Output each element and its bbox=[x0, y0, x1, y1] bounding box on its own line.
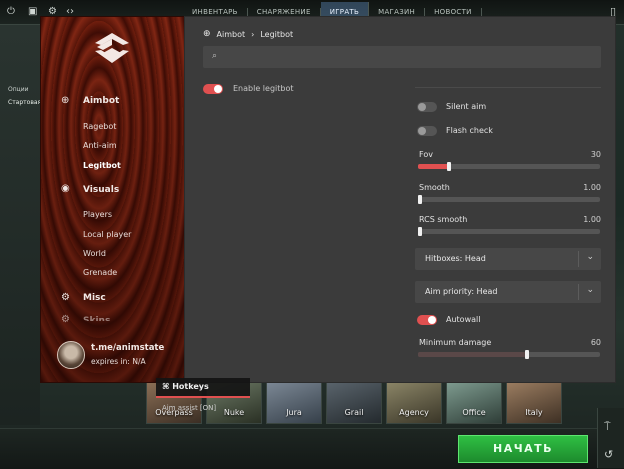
skins-icon: ⚙ bbox=[61, 314, 70, 325]
category-misc[interactable]: Misc bbox=[83, 293, 106, 303]
map-name: Jura bbox=[286, 408, 302, 417]
map-name: Grail bbox=[344, 408, 364, 417]
menu-sidebar: ⊕ Aimbot Ragebot Anti-aim Legitbot ◉ Vis… bbox=[40, 16, 187, 383]
rcs-smooth-slider[interactable] bbox=[418, 227, 600, 236]
chevron-down-icon: ⌄ bbox=[586, 252, 594, 262]
nav-loadout[interactable]: СНАРЯЖЕНИЕ bbox=[248, 8, 321, 16]
crosshair-icon: ⊕ bbox=[61, 95, 70, 106]
fov-value: 30 bbox=[590, 150, 601, 159]
enable-legitbot-label: Enable legitbot bbox=[233, 84, 294, 93]
profile-expires: expires in: N/A bbox=[91, 357, 146, 366]
keyboard-icon: ⌘ bbox=[162, 382, 170, 391]
nav-news[interactable]: НОВОСТИ bbox=[425, 8, 482, 16]
breadcrumb-root[interactable]: Aimbot bbox=[217, 30, 246, 39]
avatar bbox=[57, 341, 85, 369]
minimum-damage-slider[interactable] bbox=[418, 350, 600, 359]
rcs-smooth-value: 1.00 bbox=[583, 215, 601, 224]
map-name: Office bbox=[462, 408, 486, 417]
search-input[interactable]: ⌕ bbox=[203, 46, 601, 68]
aim-priority-value: Aim priority: Head bbox=[425, 287, 498, 296]
map-tile-grail[interactable]: Grail bbox=[326, 382, 382, 424]
dropdown-separator bbox=[578, 251, 579, 267]
slider-handle[interactable] bbox=[418, 227, 422, 236]
slider-fill bbox=[418, 164, 449, 169]
slider-fill bbox=[418, 352, 528, 357]
history-icon[interactable]: ↺ bbox=[604, 448, 613, 461]
sidebar-item-legitbot[interactable]: Legitbot bbox=[83, 161, 121, 170]
smooth-value: 1.00 bbox=[583, 183, 601, 192]
sidebar-item-grenade[interactable]: Grenade bbox=[83, 268, 117, 277]
chevron-down-icon: ⌄ bbox=[586, 285, 594, 295]
smooth-label: Smooth bbox=[419, 183, 450, 192]
flash-check-label: Flash check bbox=[446, 126, 493, 135]
sidebar-item-anti-aim[interactable]: Anti-aim bbox=[83, 141, 117, 150]
nav-inventory[interactable]: ИНВЕНТАРЬ bbox=[183, 8, 248, 16]
start-button[interactable]: НАЧАТЬ bbox=[458, 435, 588, 463]
smooth-slider[interactable] bbox=[418, 195, 600, 204]
category-aimbot[interactable]: Aimbot bbox=[83, 96, 119, 106]
autowall-label: Autowall bbox=[446, 315, 481, 324]
silent-aim-toggle[interactable] bbox=[417, 102, 437, 112]
fov-slider[interactable] bbox=[418, 162, 600, 171]
power-icon[interactable]: ⏻ bbox=[7, 6, 15, 17]
flash-check-toggle[interactable] bbox=[417, 126, 437, 136]
slider-handle[interactable] bbox=[525, 350, 530, 359]
hitboxes-value: Hitboxes: Head bbox=[425, 254, 486, 263]
breadcrumb-separator: › bbox=[251, 29, 255, 39]
enable-legitbot-toggle[interactable] bbox=[203, 84, 223, 94]
crosshair-icon: ⊕ bbox=[203, 29, 211, 39]
autowall-toggle[interactable] bbox=[417, 315, 437, 325]
right-toolbar: ⍑ ↺ bbox=[597, 408, 624, 468]
hotkeys-title: Hotkeys bbox=[172, 382, 209, 391]
hitboxes-dropdown[interactable]: Hitboxes: Head ⌄ bbox=[415, 248, 601, 270]
breadcrumb: ⊕ Aimbot › Legitbot bbox=[203, 29, 293, 39]
hotkeys-window[interactable]: ⌘ Hotkeys bbox=[156, 378, 250, 398]
profile-name: t.me/animstate bbox=[91, 343, 165, 353]
map-tile-jura[interactable]: Jura bbox=[266, 382, 322, 424]
category-skins[interactable]: Skins bbox=[83, 316, 110, 321]
category-visuals[interactable]: Visuals bbox=[83, 185, 119, 195]
slider-handle[interactable] bbox=[446, 162, 451, 171]
logo-icon bbox=[95, 33, 129, 63]
menu-content-panel: ⊕ Aimbot › Legitbot ⌕ Enable legitbot Si… bbox=[184, 16, 616, 383]
minimum-damage-label: Minimum damage bbox=[419, 338, 492, 347]
slider-handle[interactable] bbox=[418, 195, 422, 204]
gear-icon: ⚙ bbox=[61, 292, 70, 303]
map-name: Italy bbox=[525, 408, 543, 417]
divider bbox=[415, 87, 601, 88]
sidebar-item-world[interactable]: World bbox=[83, 249, 106, 258]
dropdown-separator bbox=[578, 284, 579, 300]
silent-aim-label: Silent aim bbox=[446, 102, 487, 111]
client-left-panel bbox=[0, 25, 40, 425]
fov-label: Fov bbox=[419, 150, 433, 159]
map-tile-italy[interactable]: Italy bbox=[506, 382, 562, 424]
left-options-text[interactable]: Опции bbox=[8, 86, 29, 93]
sidebar-item-players[interactable]: Players bbox=[83, 210, 112, 219]
nav-store[interactable]: МАГАЗИН bbox=[369, 8, 426, 16]
sidebar-item-local-player[interactable]: Local player bbox=[83, 230, 131, 239]
map-tile-office[interactable]: Office bbox=[446, 382, 502, 424]
map-name: Agency bbox=[399, 408, 429, 417]
minimum-damage-value: 60 bbox=[590, 338, 601, 347]
aim-priority-dropdown[interactable]: Aim priority: Head ⌄ bbox=[415, 281, 601, 303]
rcs-smooth-label: RCS smooth bbox=[419, 215, 468, 224]
search-icon: ⌕ bbox=[212, 51, 218, 61]
signal-icon[interactable]: ⍑ bbox=[604, 420, 611, 434]
home-icon[interactable]: ▣ bbox=[28, 6, 37, 17]
eye-icon: ◉ bbox=[61, 183, 70, 194]
breadcrumb-leaf: Legitbot bbox=[260, 29, 294, 39]
sidebar-item-ragebot[interactable]: Ragebot bbox=[83, 122, 116, 131]
map-tile-agency[interactable]: Agency bbox=[386, 382, 442, 424]
hotkey-entry: Aim assist [ON] bbox=[162, 404, 217, 412]
